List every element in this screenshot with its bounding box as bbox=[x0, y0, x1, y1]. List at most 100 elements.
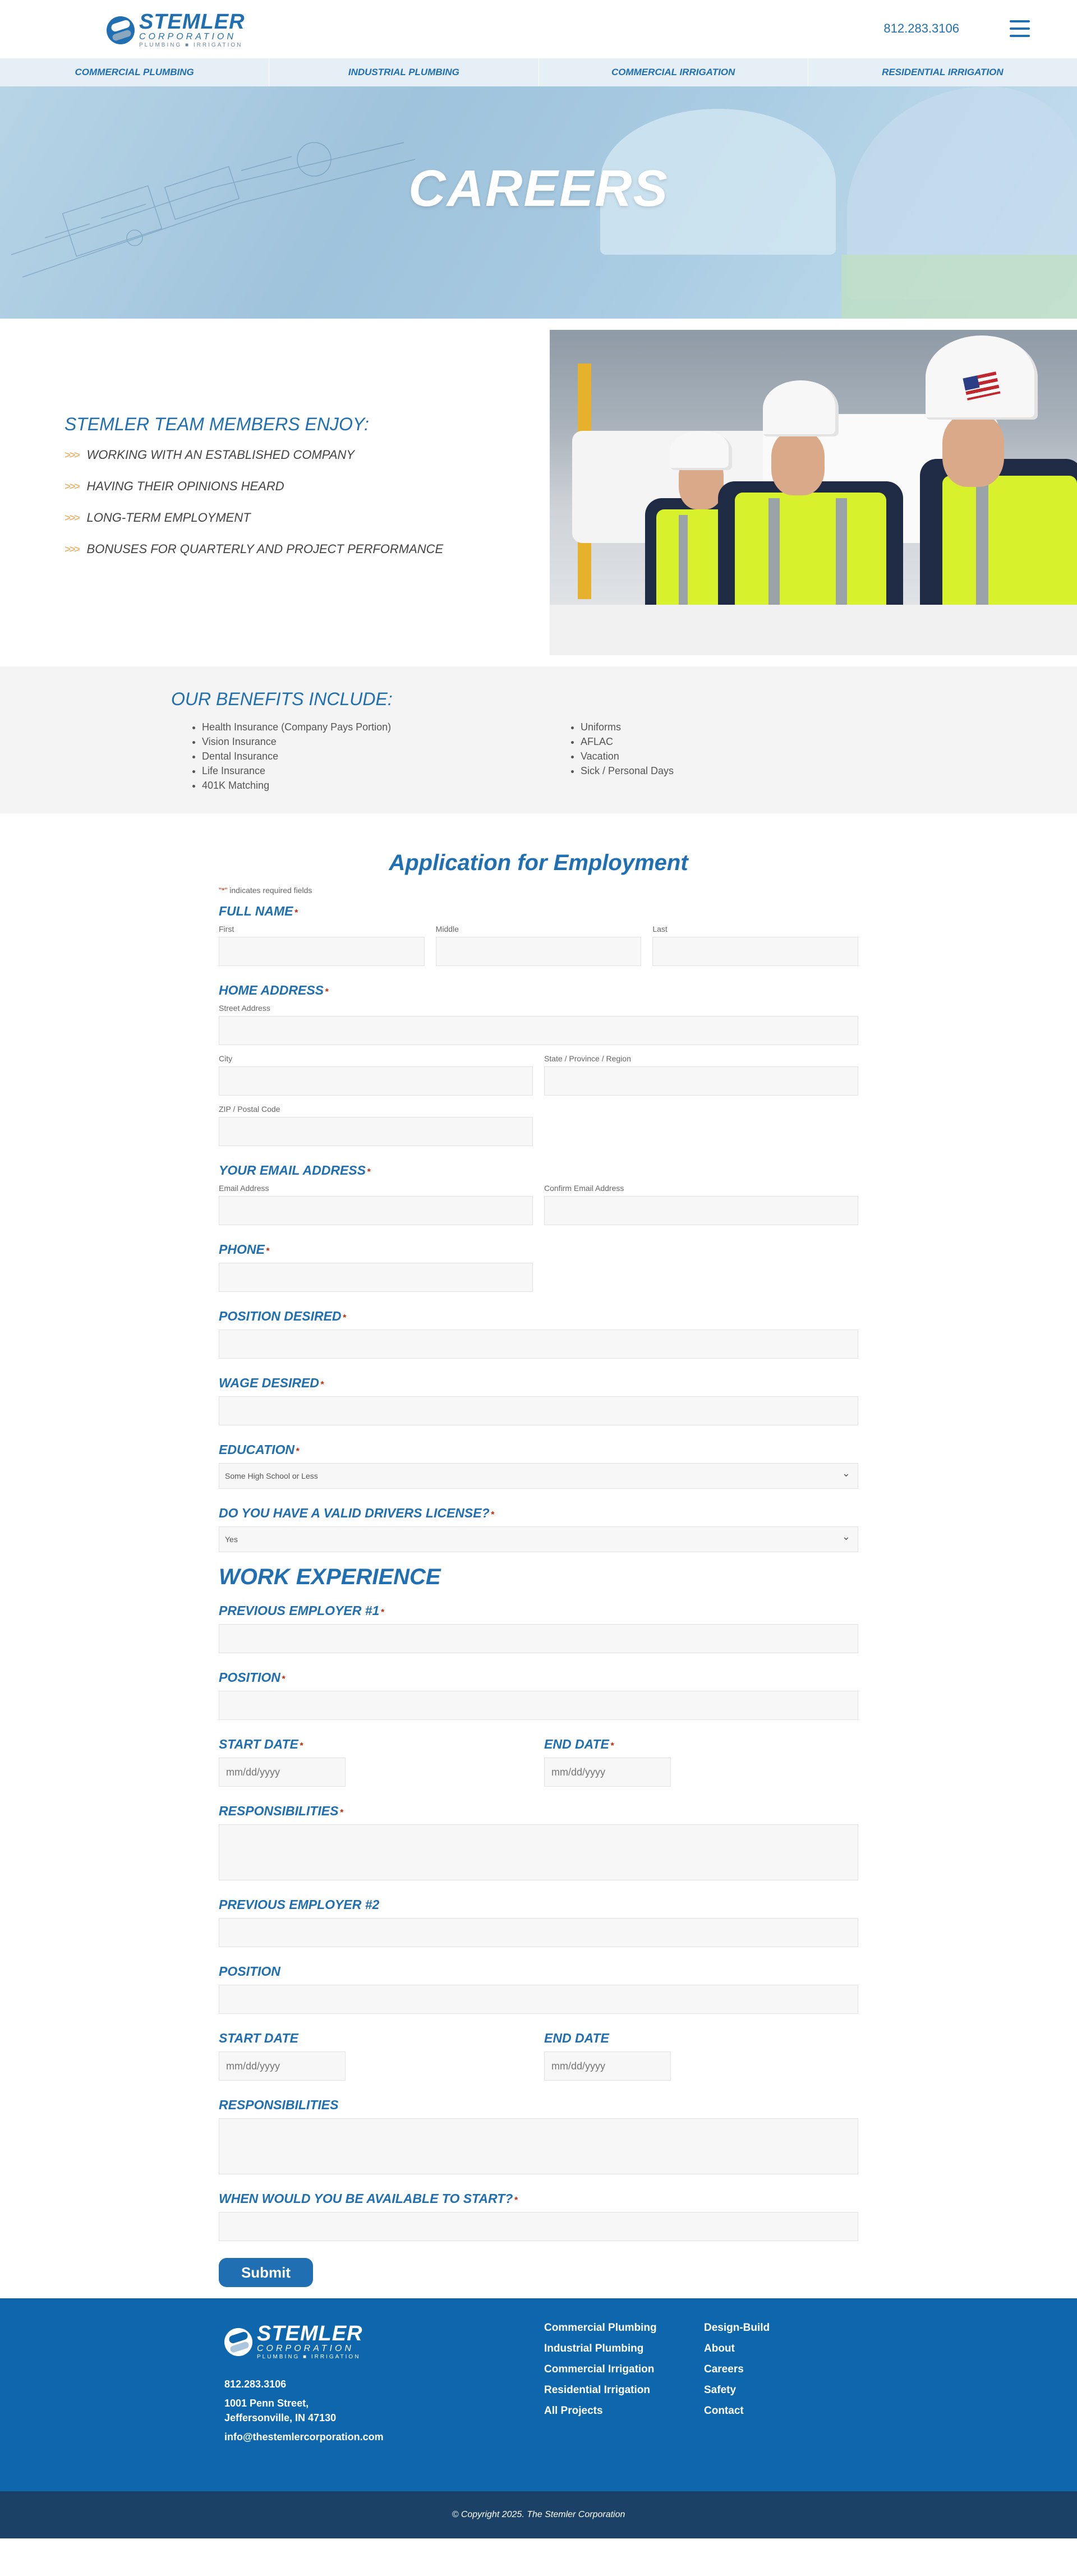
availability-label: WHEN WOULD YOU BE AVAILABLE TO START? * bbox=[219, 2191, 518, 2206]
footer-address: 1001 Penn Street, Jeffersonville, IN 4713… bbox=[224, 2398, 337, 2423]
employer2-label: PREVIOUS EMPLOYER #2 bbox=[219, 1897, 380, 1912]
footer-link[interactable]: Careers bbox=[704, 2359, 770, 2380]
email-sublabel: Email Address bbox=[219, 1184, 269, 1193]
footer-link[interactable]: Design-Build bbox=[704, 2317, 770, 2338]
chevrons-icon: >>> bbox=[65, 512, 80, 523]
position-desired-label: POSITION DESIRED * bbox=[219, 1309, 346, 1323]
work-experience-heading: WORK EXPERIENCE bbox=[219, 1565, 441, 1589]
city-sublabel: City bbox=[219, 1054, 233, 1063]
wage-desired-input[interactable] bbox=[219, 1396, 858, 1425]
street-sublabel: Street Address bbox=[219, 1004, 270, 1013]
list-item: AFLAC bbox=[581, 734, 674, 749]
hamburger-menu-icon[interactable] bbox=[1010, 20, 1030, 37]
footer-email-link[interactable]: info@thestemlercorporation.com bbox=[224, 2430, 384, 2444]
site-logo[interactable]: STEMLER CORPORATION PLUMBING ■ IRRIGATIO… bbox=[107, 11, 245, 49]
list-item: Life Insurance bbox=[202, 763, 391, 778]
last-name-input[interactable] bbox=[652, 937, 859, 966]
footer-link[interactable]: Commercial Irrigation bbox=[544, 2359, 657, 2380]
logo-mark-icon bbox=[107, 16, 135, 44]
footer-link[interactable]: All Projects bbox=[544, 2400, 657, 2421]
home-address-label: HOME ADDRESS * bbox=[219, 983, 329, 997]
availability-input[interactable] bbox=[219, 2212, 858, 2241]
site-footer: STEMLER CORPORATION PLUMBING ■ IRRIGATIO… bbox=[0, 2298, 1077, 2491]
list-item: Uniforms bbox=[581, 720, 674, 734]
position-desired-input[interactable] bbox=[219, 1330, 858, 1359]
email-input[interactable] bbox=[219, 1196, 533, 1225]
state-input[interactable] bbox=[544, 1066, 858, 1096]
list-item: >>> WORKING WITH AN ESTABLISHED COMPANY bbox=[65, 448, 355, 462]
employer2-position-label: POSITION bbox=[219, 1964, 280, 1979]
nav-industrial-plumbing[interactable]: INDUSTRIAL PLUMBING bbox=[269, 58, 539, 86]
phone-input[interactable] bbox=[219, 1263, 533, 1292]
submit-button[interactable]: Submit bbox=[219, 2258, 313, 2287]
employer2-input[interactable] bbox=[219, 1918, 858, 1947]
middle-name-sublabel: Middle bbox=[435, 924, 459, 933]
safety-vest-image bbox=[841, 255, 1077, 319]
footer-phone-link[interactable]: 812.283.3106 bbox=[224, 2377, 384, 2391]
site-header: STEMLER CORPORATION PLUMBING ■ IRRIGATIO… bbox=[0, 0, 1077, 58]
list-item: >>> LONG-TERM EMPLOYMENT bbox=[65, 510, 251, 525]
drivers-license-label: DO YOU HAVE A VALID DRIVERS LICENSE? * bbox=[219, 1506, 494, 1520]
footer-contact-info: 812.283.3106 1001 Penn Street, Jeffersonv… bbox=[224, 2377, 384, 2449]
employer2-responsibilities-textarea[interactable] bbox=[219, 2118, 858, 2174]
page-title: CAREERS bbox=[408, 160, 669, 217]
footer-link[interactable]: Commercial Plumbing bbox=[544, 2317, 657, 2338]
nav-commercial-plumbing[interactable]: COMMERCIAL PLUMBING bbox=[0, 58, 270, 86]
footer-link[interactable]: Industrial Plumbing bbox=[544, 2338, 657, 2359]
footer-link[interactable]: About bbox=[704, 2338, 770, 2359]
nav-residential-irrigation[interactable]: RESIDENTIAL IRRIGATION bbox=[808, 58, 1077, 86]
chevrons-icon: >>> bbox=[65, 543, 80, 555]
employer1-input[interactable] bbox=[219, 1624, 858, 1653]
footer-link[interactable]: Residential Irrigation bbox=[544, 2380, 657, 2400]
logo-subtitle: CORPORATION bbox=[139, 32, 236, 42]
list-item: Dental Insurance bbox=[202, 749, 391, 763]
education-label: EDUCATION * bbox=[219, 1442, 300, 1457]
education-select-wrap: Some High School or Less bbox=[219, 1463, 858, 1489]
list-item: >>> HAVING THEIR OPINIONS HEARD bbox=[65, 479, 284, 493]
education-select[interactable]: Some High School or Less bbox=[219, 1463, 858, 1489]
street-address-input[interactable] bbox=[219, 1016, 858, 1045]
chevrons-icon: >>> bbox=[65, 480, 80, 492]
employer1-end-label: END DATE * bbox=[544, 1737, 614, 1751]
employer1-start-date-input[interactable] bbox=[219, 1758, 346, 1787]
drivers-license-select[interactable]: Yes bbox=[219, 1526, 858, 1552]
employer1-label: PREVIOUS EMPLOYER #1 * bbox=[219, 1603, 384, 1618]
footer-logo-mark-icon bbox=[224, 2328, 252, 2356]
employer1-responsibilities-label: RESPONSIBILITIES * bbox=[219, 1804, 343, 1818]
form-title: Application for Employment bbox=[389, 850, 688, 875]
employer2-start-date-input[interactable] bbox=[219, 2051, 346, 2081]
email-label: YOUR EMAIL ADDRESS * bbox=[219, 1163, 371, 1177]
employer2-end-date-input[interactable] bbox=[544, 2051, 671, 2081]
application-form: Application for Employment "*" indicates… bbox=[219, 813, 859, 2298]
employer1-position-input[interactable] bbox=[219, 1691, 858, 1720]
full-name-label: FULL NAME * bbox=[219, 904, 298, 918]
header-phone-link[interactable]: 812.283.3106 bbox=[883, 21, 959, 36]
required-fields-note: "*" indicates required fields bbox=[219, 886, 312, 895]
confirm-email-input[interactable] bbox=[544, 1196, 858, 1225]
employer1-start-label: START DATE * bbox=[219, 1737, 303, 1751]
footer-link[interactable]: Contact bbox=[704, 2400, 770, 2421]
employer2-end-label: END DATE bbox=[544, 2031, 609, 2045]
footer-link[interactable]: Safety bbox=[704, 2380, 770, 2400]
benefits-list-col2: Uniforms AFLAC Vacation Sick / Personal … bbox=[569, 720, 674, 778]
nav-commercial-irrigation[interactable]: COMMERCIAL IRRIGATION bbox=[539, 58, 808, 86]
first-name-input[interactable] bbox=[219, 937, 425, 966]
employer1-end-date-input[interactable] bbox=[544, 1758, 671, 1787]
footer-links-col2: Design-Build About Careers Safety Contac… bbox=[704, 2317, 770, 2421]
zip-input[interactable] bbox=[219, 1117, 533, 1146]
employer2-responsibilities-label: RESPONSIBILITIES bbox=[219, 2097, 339, 2112]
benefits-list-col1: Health Insurance (Company Pays Portion) … bbox=[191, 720, 391, 793]
employer2-position-input[interactable] bbox=[219, 1985, 858, 2014]
middle-name-input[interactable] bbox=[435, 937, 642, 966]
phone-label: PHONE * bbox=[219, 1242, 270, 1257]
confirm-email-sublabel: Confirm Email Address bbox=[544, 1184, 624, 1193]
zip-sublabel: ZIP / Postal Code bbox=[219, 1105, 280, 1114]
enjoy-heading: STEMLER TEAM MEMBERS ENJOY: bbox=[65, 414, 369, 434]
footer-logo[interactable]: STEMLER CORPORATION PLUMBING ■ IRRIGATIO… bbox=[224, 2323, 363, 2361]
city-input[interactable] bbox=[219, 1066, 533, 1096]
employer1-responsibilities-textarea[interactable] bbox=[219, 1824, 858, 1880]
benefits-section: OUR BENEFITS INCLUDE: Health Insurance (… bbox=[0, 666, 1077, 813]
state-sublabel: State / Province / Region bbox=[544, 1054, 631, 1063]
hero-banner: CAREERS bbox=[0, 86, 1077, 319]
footer-links-col1: Commercial Plumbing Industrial Plumbing … bbox=[544, 2317, 657, 2421]
